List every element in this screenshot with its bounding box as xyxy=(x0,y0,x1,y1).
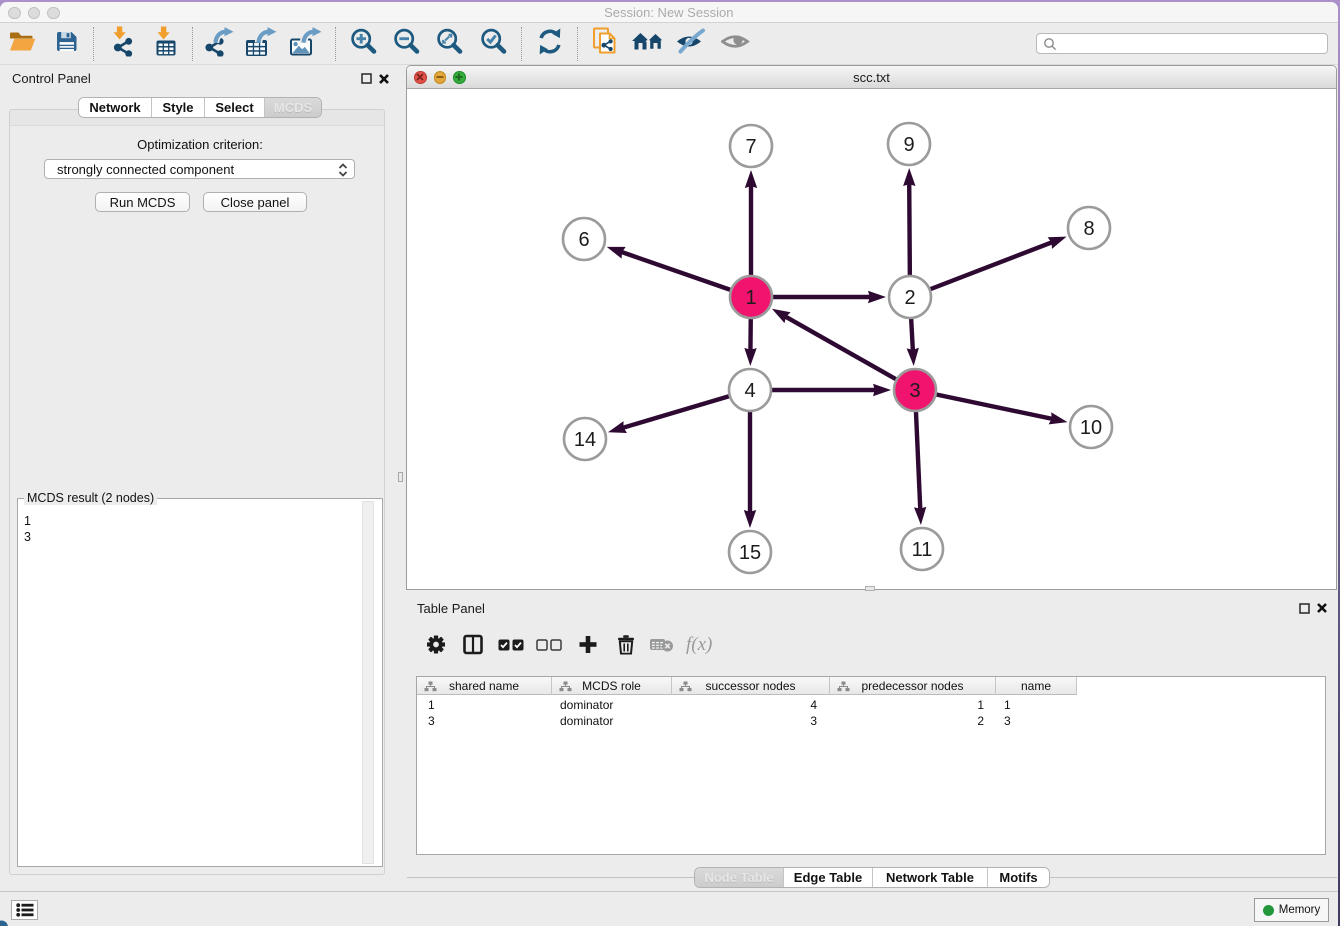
svg-text:11: 11 xyxy=(912,539,933,561)
svg-text:10: 10 xyxy=(1080,417,1102,439)
svg-text:2: 2 xyxy=(904,287,915,309)
svg-text:15: 15 xyxy=(739,542,761,564)
svg-text:7: 7 xyxy=(745,136,756,158)
svg-text:1: 1 xyxy=(745,287,756,309)
svg-text:8: 8 xyxy=(1083,218,1094,240)
svg-text:9: 9 xyxy=(903,134,914,156)
svg-text:3: 3 xyxy=(909,380,920,402)
svg-text:6: 6 xyxy=(578,229,589,251)
svg-text:14: 14 xyxy=(574,429,596,451)
svg-text:4: 4 xyxy=(744,380,755,402)
